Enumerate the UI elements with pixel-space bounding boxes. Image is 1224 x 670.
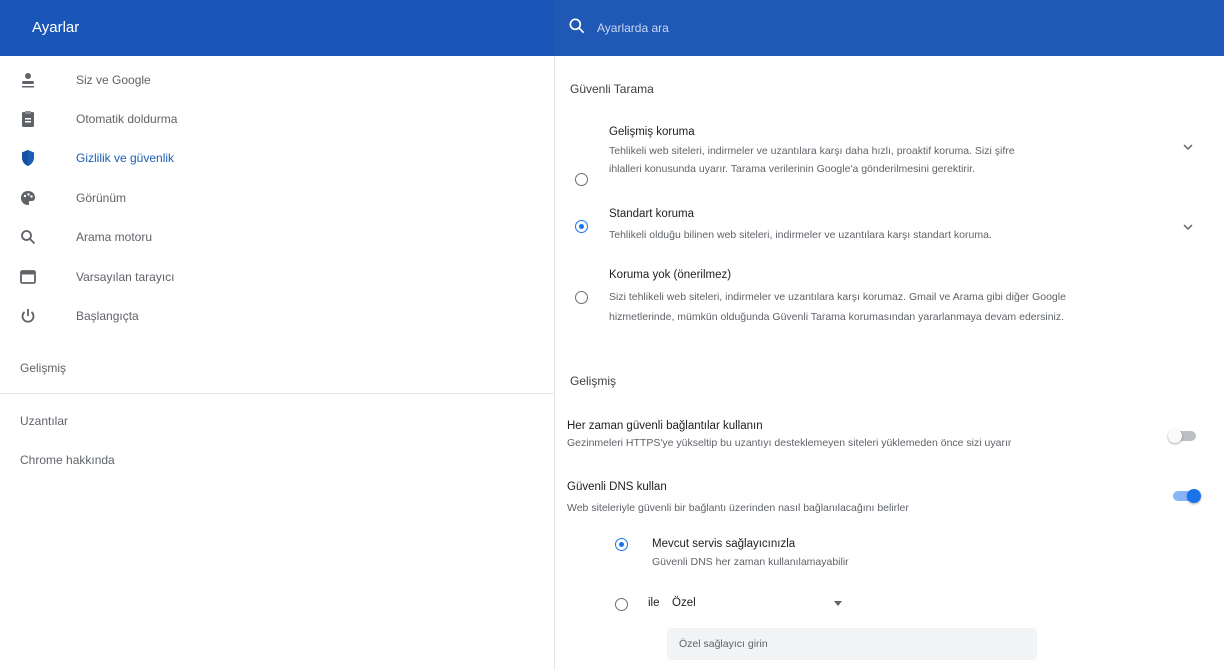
top-bar: Ayarlar [0, 0, 1224, 56]
no-protection-desc-1: Sizi tehlikeli web siteleri, indirmeler … [609, 291, 1066, 303]
toggle-knob [1168, 429, 1182, 443]
no-protection-desc-2: hizmetlerinde, mümkün olduğunda Güvenli … [609, 311, 1065, 323]
person-icon [22, 73, 34, 88]
secure-dns-desc: Web siteleriyle güvenli bir bağlantı üze… [567, 502, 909, 514]
chevron-down-icon[interactable] [1181, 220, 1195, 234]
settings-main: Güvenli Tarama Gelişmiş koruma Tehlikeli… [555, 56, 1224, 670]
https-only-title: Her zaman güvenli bağlantılar kullanın [567, 420, 763, 432]
custom-provider-select[interactable]: Özel [672, 596, 842, 614]
search-input[interactable] [597, 0, 1097, 56]
current-provider-desc: Güvenli DNS her zaman kullanılamayabilir [652, 556, 849, 568]
sidebar: Siz ve Google Otomatik doldurma Gizlilik… [0, 56, 555, 670]
sidebar-extensions[interactable]: Uzantılar [20, 414, 68, 428]
standard-protection-title: Standart koruma [609, 208, 695, 220]
sidebar-item-label: Başlangıçta [76, 309, 139, 323]
dropdown-arrow-icon [834, 601, 842, 606]
sidebar-item-on-startup[interactable]: Başlangıçta [18, 301, 139, 331]
no-protection-title: Koruma yok (önerilmez) [609, 269, 732, 281]
power-icon [21, 309, 35, 323]
sidebar-item-default-browser[interactable]: Varsayılan tarayıcı [18, 262, 174, 292]
enhanced-protection-title: Gelişmiş koruma [609, 126, 695, 138]
sidebar-divider [0, 393, 554, 394]
standard-protection-desc: Tehlikeli olduğu bilinen web siteleri, i… [609, 229, 992, 241]
advanced-section-title: Gelişmiş [570, 374, 617, 388]
standard-protection-radio[interactable] [575, 220, 588, 233]
custom-provider-input[interactable] [667, 628, 1037, 660]
sidebar-item-label: Siz ve Google [76, 73, 151, 87]
secure-dns-title: Güvenli DNS kullan [567, 481, 667, 493]
with-label: ile [648, 597, 660, 609]
clipboard-icon [22, 111, 34, 127]
no-protection-radio[interactable] [575, 291, 588, 304]
browser-icon [20, 270, 36, 284]
current-provider-radio[interactable] [615, 538, 628, 551]
sidebar-item-label: Varsayılan tarayıcı [76, 270, 175, 284]
current-provider-title: Mevcut servis sağlayıcınızla [652, 538, 796, 550]
enhanced-protection-radio[interactable] [575, 173, 588, 186]
custom-provider-radio[interactable] [615, 598, 628, 611]
enhanced-protection-desc-1: Tehlikeli web siteleri, indirmeler ve uz… [609, 145, 1015, 157]
sidebar-item-autofill[interactable]: Otomatik doldurma [18, 104, 177, 134]
sidebar-item-label: Gizlilik ve güvenlik [76, 151, 175, 165]
enhanced-protection-desc-2: ihlalleri konusunda uyarır. Tarama veril… [609, 163, 975, 175]
sidebar-item-label: Arama motoru [76, 230, 153, 244]
sidebar-item-privacy[interactable]: Gizlilik ve güvenlik [18, 143, 174, 173]
toggle-knob [1187, 489, 1201, 503]
sidebar-about-chrome[interactable]: Chrome hakkında [20, 453, 115, 467]
chevron-down-icon[interactable] [1181, 140, 1195, 154]
palette-icon [21, 191, 35, 205]
sidebar-item-label: Görünüm [76, 191, 127, 205]
sidebar-item-label: Otomatik doldurma [76, 112, 178, 126]
search-icon [21, 230, 36, 245]
https-only-desc: Gezinmeleri HTTPS'ye yükseltip bu uzantı… [567, 437, 1012, 449]
safe-browsing-title: Güvenli Tarama [570, 82, 654, 96]
sidebar-item-search-engine[interactable]: Arama motoru [18, 222, 152, 252]
sidebar-item-appearance[interactable]: Görünüm [18, 183, 126, 213]
secure-dns-toggle[interactable] [1171, 489, 1201, 503]
select-value: Özel [672, 597, 696, 609]
app-title: Ayarlar [32, 19, 80, 36]
https-only-toggle[interactable] [1168, 429, 1198, 443]
sidebar-advanced[interactable]: Gelişmiş [20, 361, 66, 375]
search-icon [569, 18, 585, 34]
search-bar[interactable] [555, 0, 1224, 56]
shield-icon [22, 150, 34, 166]
sidebar-item-you-and-google[interactable]: Siz ve Google [18, 65, 151, 95]
